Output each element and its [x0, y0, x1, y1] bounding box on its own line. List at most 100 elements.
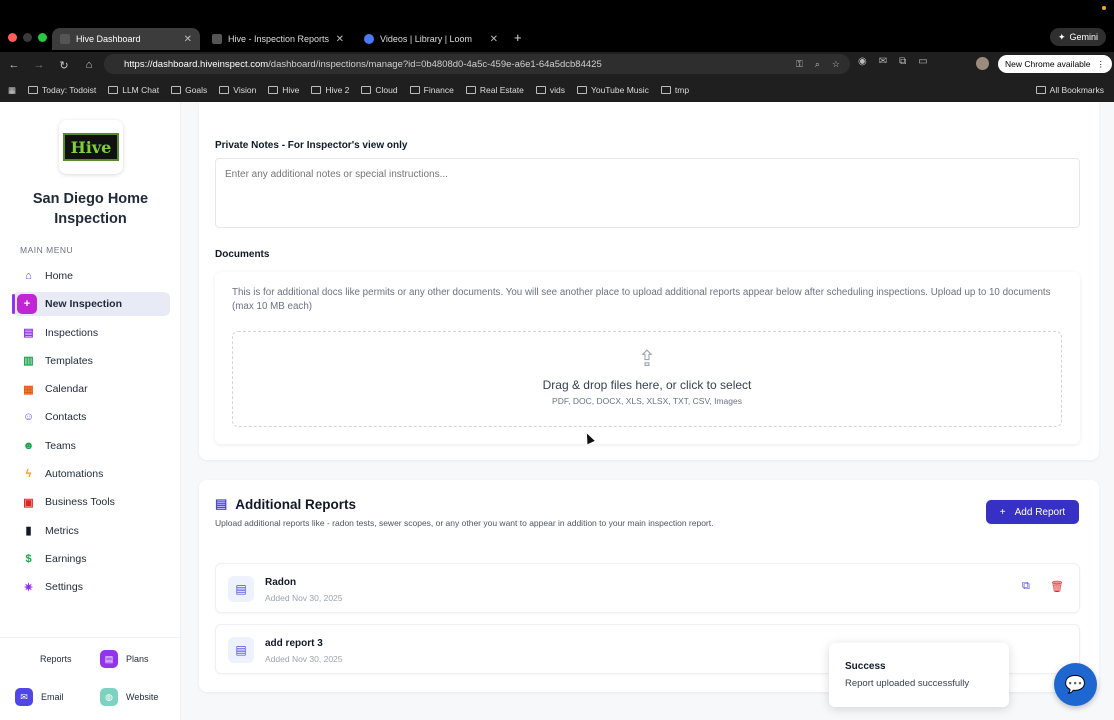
website-link[interactable]: ◍ Website [100, 688, 158, 706]
toast-message: Report uploaded successfully [845, 678, 970, 689]
chat-bubble-icon[interactable]: 💬 [1054, 663, 1097, 706]
tab-inspection-reports[interactable]: Hive - Inspection Reports ✕ [204, 28, 352, 50]
report-date: Added Nov 30, 2025 [265, 593, 343, 603]
puzzle-icon[interactable]: ⧉ [899, 56, 906, 67]
browser-chrome: Hive Dashboard ✕ Hive - Inspection Repor… [0, 0, 1114, 102]
bookmark-item[interactable]: Hive [268, 85, 299, 95]
sidebar-item-label: Business Tools [45, 496, 115, 509]
sidebar: Hive San Diego Home Inspection MAIN MENU… [0, 102, 181, 720]
plus-icon: + [17, 294, 37, 315]
trash-icon[interactable]: 🗑 [1050, 580, 1064, 593]
sidebar-item-contacts[interactable]: ☺ Contacts [12, 405, 170, 429]
zoom-icon[interactable]: ⌕ [815, 59, 820, 70]
additional-reports-subtitle: Upload additional reports like - radon t… [215, 518, 714, 528]
globe-icon: ◍ [100, 688, 118, 706]
sidebar-item-label: Contacts [45, 411, 87, 424]
close-tab-icon[interactable]: ✕ [336, 34, 344, 45]
new-chrome-button[interactable]: New Chrome available ⋮ [998, 55, 1113, 73]
email-link[interactable]: ✉ Email [15, 688, 64, 706]
bookmark-item[interactable]: Cloud [361, 85, 398, 95]
success-toast: Success Report uploaded successfully [829, 643, 1009, 707]
url-host: https://dashboard.hiveinspect.com [124, 58, 269, 70]
chart-icon: ▮ [25, 525, 32, 538]
sidebar-bottom: Reports ▤ Plans ✉ Email ◍ Website [0, 637, 181, 720]
folder-icon [660, 86, 671, 94]
bookmark-item[interactable]: LLM Chat [108, 85, 159, 95]
sidebar-item-metrics[interactable]: ▮ Metrics [12, 519, 170, 543]
sidebar-item-label: Teams [45, 439, 76, 452]
minimize-window-button[interactable] [23, 33, 32, 42]
sidebar-item-earnings[interactable]: $ Earnings [12, 547, 170, 571]
sidebar-item-business-tools[interactable]: ▣ Business Tools [12, 490, 170, 514]
apps-icon[interactable]: ▦ [8, 85, 16, 96]
window-controls [8, 33, 47, 42]
external-link-icon[interactable]: ⧉ [1022, 580, 1030, 593]
forward-icon[interactable]: → [28, 59, 50, 71]
sidebar-item-inspections[interactable]: ▤ Inspections [12, 321, 170, 345]
key-icon[interactable]: ⚿ [796, 59, 803, 70]
calendar-icon: ▦ [23, 383, 34, 396]
folder-icon [171, 86, 182, 94]
close-tab-icon[interactable]: ✕ [184, 34, 192, 45]
home-nav-icon[interactable]: ⌂ [78, 59, 100, 71]
close-tab-icon[interactable]: ✕ [490, 34, 498, 45]
folder-icon [409, 86, 420, 94]
loom-favicon-icon [364, 34, 374, 44]
new-tab-button[interactable]: + [514, 30, 522, 45]
profile-avatar[interactable] [976, 57, 989, 70]
folder-icon [219, 86, 230, 94]
folder-icon [465, 86, 476, 94]
users-icon: ☺ [22, 411, 35, 424]
url-path: /dashboard/inspections/manage?id=0b4808d… [268, 58, 602, 70]
sidebar-item-label: Templates [45, 354, 93, 367]
extension-icons: ◉ ✉ ⧉ ▭ [858, 56, 928, 67]
sidepanel-icon[interactable]: ▭ [918, 56, 927, 67]
bookmark-item[interactable]: vids [535, 85, 565, 95]
back-icon[interactable]: ← [3, 59, 25, 71]
tab-loom[interactable]: Videos | Library | Loom ✕ [356, 28, 506, 50]
sidebar-item-label: Earnings [45, 552, 87, 565]
url-bar[interactable]: https://dashboard.hiveinspect.com/dashbo… [104, 54, 850, 74]
camera-icon[interactable]: ◉ [858, 56, 867, 67]
hive-favicon-icon [212, 34, 222, 44]
dropzone-file-types: PDF, DOC, DOCX, XLS, XLSX, TXT, CSV, Ima… [552, 396, 742, 406]
tab-hive-dashboard[interactable]: Hive Dashboard ✕ [52, 28, 200, 50]
additional-reports-heading: ▤ Additional Reports [215, 496, 357, 512]
sidebar-item-teams[interactable]: ☻ Teams [12, 434, 170, 458]
sidebar-item-settings[interactable]: ✷ Settings [12, 575, 170, 599]
bookmark-item[interactable]: Finance [409, 85, 454, 95]
sidebar-item-calendar[interactable]: ▦ Calendar [12, 377, 170, 401]
reports-link[interactable]: Reports [40, 654, 72, 664]
bookmark-item[interactable]: YouTube Music [576, 85, 649, 95]
mail-extension-icon[interactable]: ✉ [879, 56, 887, 67]
star-icon[interactable]: ☆ [832, 59, 840, 70]
documents-label: Documents [215, 249, 270, 260]
gemini-button[interactable]: ✦ Gemini [1049, 28, 1106, 46]
add-report-button[interactable]: + Add Report [986, 500, 1079, 524]
bookmark-item[interactable]: Today: Todoist [28, 85, 96, 95]
maximize-window-button[interactable] [38, 33, 47, 42]
bookmark-item[interactable]: Vision [219, 85, 256, 95]
gear-icon: ✷ [23, 581, 34, 594]
private-notes-input[interactable] [215, 158, 1080, 228]
bookmark-item[interactable]: Goals [171, 85, 207, 95]
sidebar-item-automations[interactable]: ϟ Automations [12, 462, 170, 486]
file-dropzone[interactable]: ⇪ Drag & drop files here, or click to se… [232, 331, 1062, 427]
sidebar-item-home[interactable]: ⌂ Home [12, 264, 170, 288]
close-window-button[interactable] [8, 33, 17, 42]
plans-link[interactable]: ▤ Plans [100, 650, 149, 668]
toast-title: Success [845, 661, 886, 672]
bookmark-item[interactable]: tmp [660, 85, 689, 95]
bookmark-item[interactable]: Real Estate [465, 85, 524, 95]
inspection-form-card: Private Notes - For Inspector's view onl… [199, 102, 1099, 460]
reload-icon[interactable]: ↻ [53, 59, 75, 72]
sidebar-item-label: Settings [45, 581, 83, 594]
all-bookmarks-button[interactable]: All Bookmarks [1035, 85, 1104, 95]
sidebar-item-new-inspection[interactable]: + New Inspection [12, 292, 170, 317]
bookmark-item[interactable]: Hive 2 [311, 85, 349, 95]
folder-icon [268, 86, 279, 94]
folder-icon [311, 86, 322, 94]
sidebar-item-label: Automations [45, 468, 104, 481]
folder-icon [108, 86, 119, 94]
sidebar-item-templates[interactable]: ▥ Templates [12, 349, 170, 373]
